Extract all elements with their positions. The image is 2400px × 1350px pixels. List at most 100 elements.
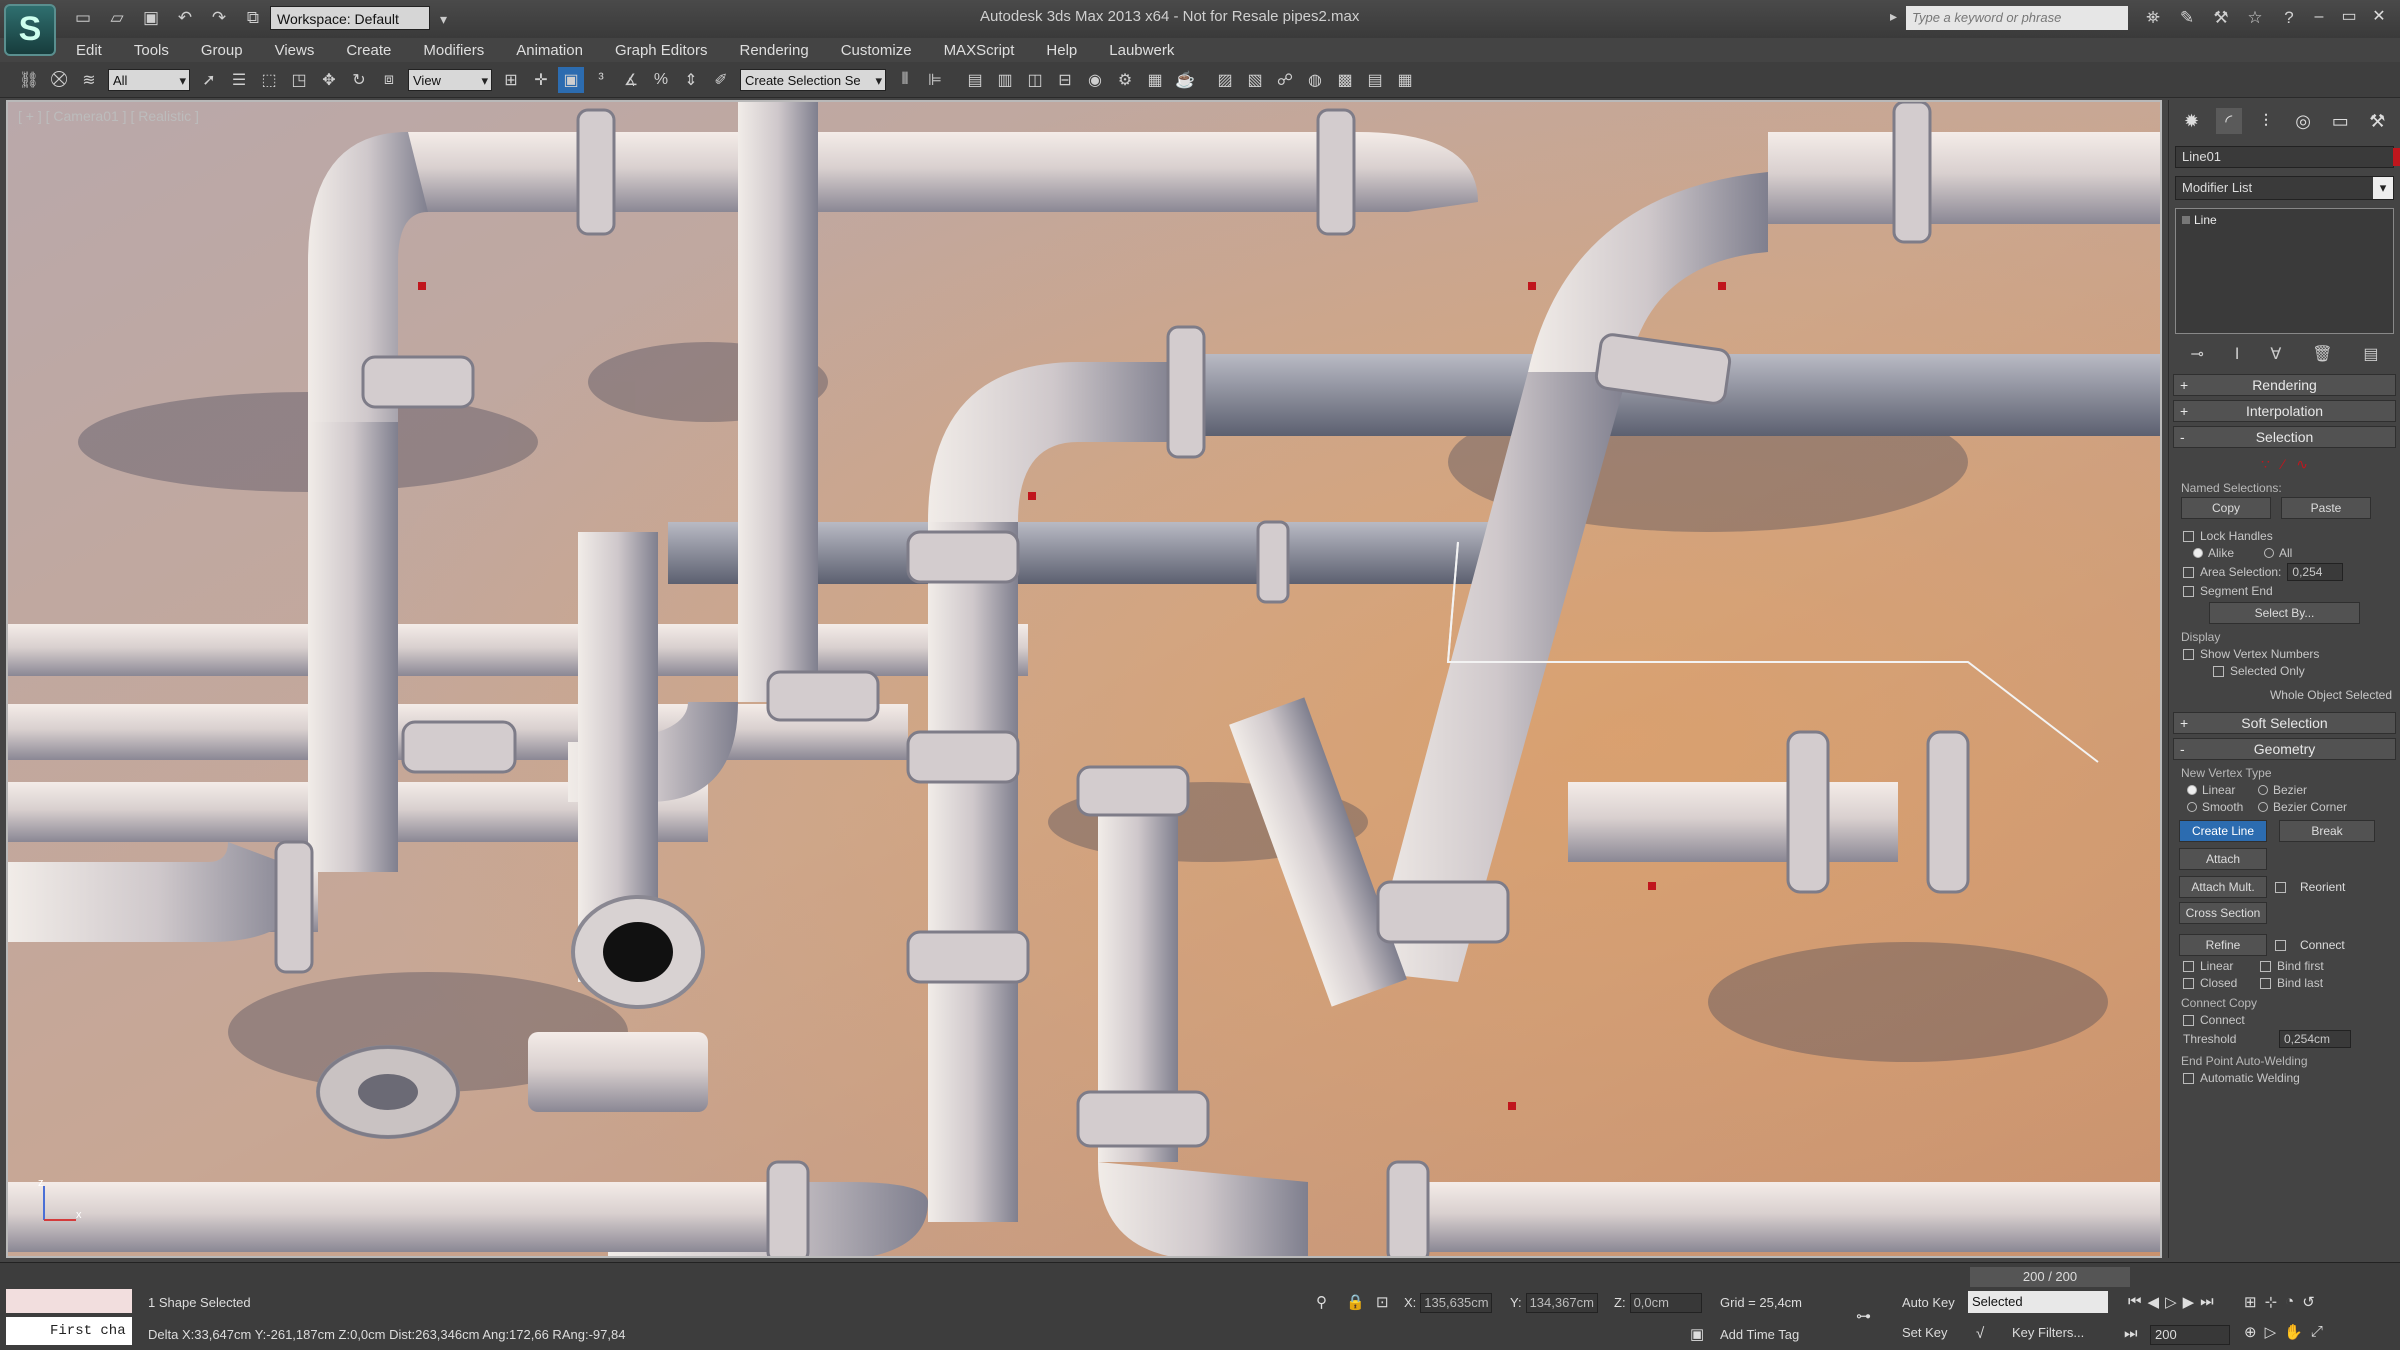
stack-item-line[interactable]: Line — [2180, 213, 2389, 227]
rectangular-selection-icon[interactable]: ⬚ — [256, 67, 282, 93]
plugin-tool-2-icon[interactable]: ▧ — [1242, 67, 1268, 93]
bind-first-checkbox[interactable] — [2260, 960, 2271, 972]
alike-radio[interactable] — [2193, 548, 2203, 558]
unlink-icon[interactable]: ⛒ — [46, 67, 72, 93]
rotate-icon[interactable]: ↻ — [346, 67, 372, 93]
display-tab-icon[interactable]: ▭ — [2327, 108, 2353, 134]
minimize-icon[interactable]: – — [2308, 6, 2330, 28]
menu-modifiers[interactable]: Modifiers — [423, 42, 484, 59]
plugin-tool-7-icon[interactable]: ▦ — [1392, 67, 1418, 93]
linear-checkbox[interactable] — [2183, 960, 2194, 972]
restore-icon[interactable]: ▭ — [2338, 6, 2360, 28]
reference-coordinate-select[interactable]: View — [408, 68, 492, 92]
smooth-radio[interactable] — [2187, 802, 2197, 812]
utilities-tab-icon[interactable]: ⚒ — [2364, 108, 2390, 134]
maxscript-listener-input[interactable]: First cha — [6, 1317, 132, 1345]
configure-modifier-sets-icon[interactable]: ▤ — [2363, 344, 2378, 364]
set-key-icon[interactable]: ⊶ — [1856, 1307, 1871, 1325]
zoom-icon[interactable]: ⊕ — [2244, 1323, 2257, 1341]
automatic-welding-checkbox[interactable] — [2183, 1072, 2194, 1084]
break-button[interactable]: Break — [2279, 820, 2375, 842]
schematic-view-icon[interactable]: ⊟ — [1052, 67, 1078, 93]
edit-named-selection-icon[interactable]: ✐ — [708, 67, 734, 93]
curve-editor-icon[interactable]: ◫ — [1022, 67, 1048, 93]
vertex-level-icon[interactable]: ∵ — [2261, 456, 2270, 473]
open-file-icon[interactable]: ▱ — [104, 6, 130, 30]
spline-level-icon[interactable]: ∿ — [2296, 456, 2308, 473]
rollout-interpolation[interactable]: + Interpolation — [2173, 400, 2396, 422]
application-menu-button[interactable]: S — [4, 4, 56, 56]
save-icon[interactable]: ▣ — [138, 6, 164, 30]
menu-maxscript[interactable]: MAXScript — [944, 42, 1015, 59]
area-selection-checkbox[interactable] — [2183, 566, 2194, 578]
bezier-radio[interactable] — [2258, 785, 2268, 795]
project-folder-icon[interactable]: ⧉ — [240, 6, 266, 30]
menu-animation[interactable]: Animation — [516, 42, 583, 59]
connect-copy-checkbox[interactable] — [2183, 1014, 2194, 1026]
viewport-label-menu[interactable]: [ + ] [ Camera01 ] [ Realistic ] — [18, 108, 199, 124]
x-coordinate-field[interactable]: 135,635cm — [1420, 1293, 1493, 1313]
key-mode-toggle-icon[interactable]: ⏭ — [2124, 1325, 2138, 1342]
menu-help[interactable]: Help — [1046, 42, 1077, 59]
rendered-frame-window-icon[interactable]: ▦ — [1142, 67, 1168, 93]
pivot-center-icon[interactable]: ⊞ — [498, 67, 524, 93]
make-unique-icon[interactable]: ∀ — [2270, 344, 2281, 364]
selected-only-checkbox[interactable] — [2213, 665, 2224, 677]
undo-icon[interactable]: ↶ — [172, 6, 198, 30]
show-end-result-icon[interactable]: Ⅰ — [2235, 344, 2240, 364]
percent-snap-icon[interactable]: % — [648, 67, 674, 93]
isolate-selection-icon[interactable]: ⚲ — [1316, 1293, 1327, 1311]
rollout-geometry[interactable]: - Geometry — [2173, 738, 2396, 760]
show-vertex-numbers-checkbox[interactable] — [2183, 648, 2194, 660]
pin-stack-icon[interactable]: ⊸ — [2190, 344, 2203, 364]
rollout-rendering[interactable]: + Rendering — [2173, 374, 2396, 396]
plugin-tool-1-icon[interactable]: ▨ — [1212, 67, 1238, 93]
plugin-tool-5-icon[interactable]: ▩ — [1332, 67, 1358, 93]
field-of-view-icon[interactable]: ▷ — [2265, 1323, 2277, 1341]
subscription-icon[interactable]: ✎ — [2174, 6, 2200, 30]
layer-manager-icon[interactable]: ▤ — [962, 67, 988, 93]
connect-checkbox[interactable] — [2275, 939, 2286, 951]
key-mode-select[interactable]: Selected — [1968, 1291, 2108, 1313]
binoculars-icon[interactable]: ⛯ — [2140, 6, 2166, 30]
select-by-name-icon[interactable]: ☰ — [226, 67, 252, 93]
attach-mult-button[interactable]: Attach Mult. — [2179, 876, 2267, 898]
close-icon[interactable]: ✕ — [2368, 6, 2390, 28]
camera-viewport[interactable]: [ + ] [ Camera01 ] [ Realistic ] z x — [6, 100, 2162, 1258]
menu-views[interactable]: Views — [275, 42, 315, 59]
angle-snap-icon[interactable]: ∡ — [618, 67, 644, 93]
window-crossing-icon[interactable]: ◳ — [286, 67, 312, 93]
menu-graph-editors[interactable]: Graph Editors — [615, 42, 708, 59]
create-line-button[interactable]: Create Line — [2179, 820, 2267, 842]
menu-edit[interactable]: Edit — [76, 42, 102, 59]
zoom-extents-icon[interactable]: ⊞ — [2244, 1293, 2257, 1311]
pan-icon[interactable]: ✋ — [2284, 1323, 2303, 1341]
mirror-icon[interactable]: ⫴ — [892, 67, 918, 93]
object-name-field[interactable]: Line01 — [2175, 146, 2400, 168]
remove-modifier-icon[interactable]: 🗑 — [2312, 344, 2332, 364]
keyboard-shortcut-override-icon[interactable]: ▣ — [558, 66, 584, 93]
play-icon[interactable]: ▷ — [2165, 1293, 2177, 1311]
menu-group[interactable]: Group — [201, 42, 243, 59]
link-icon[interactable]: ⛓ — [16, 67, 42, 93]
graphite-ribbon-icon[interactable]: ▥ — [992, 67, 1018, 93]
new-file-icon[interactable]: ▭ — [70, 6, 96, 30]
plugin-tool-3-icon[interactable]: ☍ — [1272, 67, 1298, 93]
select-manipulate-icon[interactable]: ✛ — [528, 67, 554, 93]
attach-button[interactable]: Attach — [2179, 848, 2267, 870]
selection-filter-select[interactable]: All — [108, 68, 190, 92]
motion-tab-icon[interactable]: ◎ — [2290, 108, 2316, 134]
key-curve-icon[interactable]: √ — [1976, 1325, 1984, 1342]
redo-icon[interactable]: ↷ — [206, 6, 232, 30]
previous-frame-icon[interactable]: ◀ — [2148, 1293, 2160, 1311]
bezier-corner-radio[interactable] — [2258, 802, 2268, 812]
selection-lock-icon[interactable]: 🔒 — [1346, 1293, 1365, 1311]
lock-handles-checkbox[interactable] — [2183, 530, 2194, 542]
material-editor-icon[interactable]: ◉ — [1082, 67, 1108, 93]
modifier-stack[interactable]: Line — [2175, 208, 2394, 334]
create-tab-icon[interactable]: ✹ — [2179, 108, 2205, 134]
refine-button[interactable]: Refine — [2179, 934, 2267, 956]
auto-key-button[interactable]: Auto Key — [1902, 1295, 1955, 1310]
menu-customize[interactable]: Customize — [841, 42, 912, 59]
all-radio[interactable] — [2264, 548, 2275, 558]
